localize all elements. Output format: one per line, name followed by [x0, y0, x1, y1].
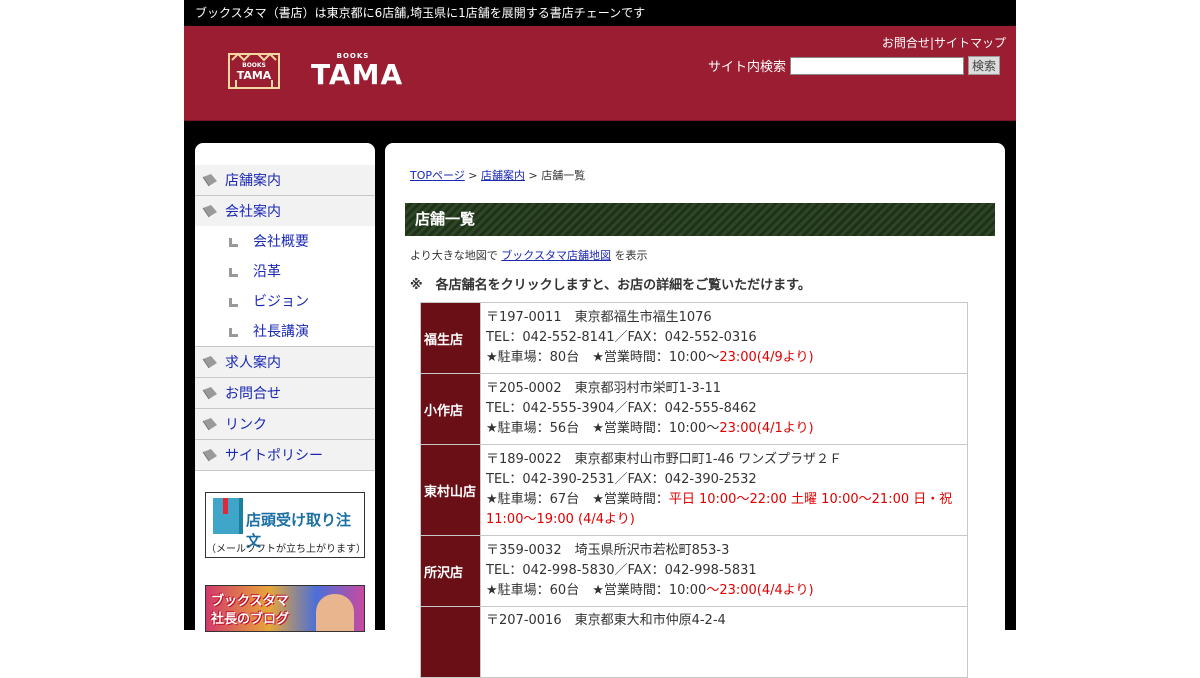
table-row: 福生店 〒197-0011 東京都福生市福生1076 TEL：042-552-8…	[420, 302, 968, 374]
book-icon	[202, 387, 217, 400]
store-info: 〒359-0032 埼玉県所沢市若松町853-3 TEL：042-998-583…	[480, 535, 968, 607]
sidebar-item-label[interactable]: 会社案内	[225, 201, 281, 221]
store-hours-note: 23:00(4/9より)	[719, 350, 814, 365]
header-links: お問合せ|サイトマップ	[882, 34, 1006, 51]
store-info: 〒205-0002 東京都羽村市栄町1-3-11 TEL：042-555-390…	[480, 373, 968, 445]
store-name-higashimurayama[interactable]: 東村山店	[420, 444, 481, 536]
book-icon	[202, 418, 217, 431]
store-name-ozaku[interactable]: 小作店	[420, 373, 481, 445]
president-blog-banner[interactable]: ブックスタマ 社長のブログ	[205, 585, 365, 632]
store-name-fussa[interactable]: 福生店	[420, 302, 481, 374]
sidebar-subitem-history[interactable]: 沿革	[195, 256, 375, 286]
table-row: 小作店 〒205-0002 東京都羽村市栄町1-3-11 TEL：042-555…	[420, 373, 968, 445]
banner-line-1: ブックスタマ	[211, 594, 289, 609]
store-info: 〒189-0022 東京都東村山市野口町1-46 ワンズプラザ２Ｆ TEL：04…	[480, 444, 968, 536]
sidebar-item-label[interactable]: 店舗案内	[225, 170, 281, 190]
corner-bullet-icon	[229, 327, 238, 337]
store-hours: ★駐車場：60台 ★営業時間：10:00～23:00(4/4より)	[486, 583, 814, 598]
book-icon	[202, 356, 217, 369]
sidebar-item-label[interactable]: サイトポリシー	[225, 445, 323, 465]
book-icon	[202, 174, 217, 187]
sidebar-subitem-label[interactable]: 社長講演	[253, 321, 309, 341]
store-name-tokorozawa[interactable]: 所沢店	[420, 535, 481, 607]
store-hours-note: ～23:00(4/4より)	[706, 583, 814, 598]
books-tama-badge-logo[interactable]: BOOKS TAMA	[228, 50, 280, 90]
sidebar-item-label[interactable]: リンク	[225, 414, 267, 434]
breadcrumb-current: 店舗一覧	[541, 169, 586, 182]
main-content: TOPページ > 店舗案内 > 店舗一覧 店舗一覧 より大きな地図で ブックスタ…	[385, 143, 1005, 678]
breadcrumb-separator: >	[464, 169, 482, 182]
map-suffix: を表示	[610, 249, 648, 262]
store-hours: ★駐車場：80台 ★営業時間：10:00～23:00(4/9より)	[486, 350, 814, 365]
contact-link[interactable]: お問合せ	[882, 36, 930, 50]
store-name-higashiyamato[interactable]	[420, 606, 481, 678]
table-row: 〒207-0016 東京都東大和市仲原4-2-4	[420, 606, 968, 678]
store-click-note: ※ 各店舗名をクリックしますと、お店の詳細をご覧いただけます。	[410, 278, 811, 293]
banner-subtitle: （メールソフトが立ち上がります）	[206, 544, 366, 555]
sidebar-item-stores[interactable]: 店舗案内	[195, 165, 375, 196]
sidebar-subitem-vision[interactable]: ビジョン	[195, 286, 375, 316]
sitemap-link[interactable]: サイトマップ	[934, 36, 1006, 50]
sidebar-subitem-label[interactable]: 沿革	[253, 261, 281, 281]
store-tel: TEL：042-390-2531／FAX：042-390-2532	[486, 472, 757, 487]
store-address: 〒205-0002 東京都羽村市栄町1-3-11	[486, 381, 722, 396]
store-hours: ★駐車場：56台 ★営業時間：10:00～23:00(4/1より)	[486, 421, 814, 436]
store-hours-note: 23:00(4/1より)	[719, 421, 814, 436]
search-input[interactable]	[789, 56, 964, 75]
site-header: BOOKS TAMA BOOKS TAMA お問合せ|サイトマップ サイト内検索…	[184, 26, 1016, 121]
sidebar-item-recruit[interactable]: 求人案内	[195, 347, 375, 378]
store-address: 〒197-0011 東京都福生市福生1076	[486, 310, 712, 325]
president-photo	[316, 594, 354, 631]
map-link-line: より大きな地図で ブックスタマ店舗地図 を表示	[410, 247, 647, 263]
book-icon	[213, 498, 243, 534]
sidebar-subitem-overview[interactable]: 会社概要	[195, 226, 375, 256]
breadcrumb-separator: >	[525, 169, 542, 182]
store-address: 〒189-0022 東京都東村山市野口町1-46 ワンズプラザ２Ｆ	[486, 452, 842, 467]
sidebar-subitem-label[interactable]: 会社概要	[253, 231, 309, 251]
page-title: 店舗一覧	[405, 203, 995, 236]
corner-bullet-icon	[229, 267, 238, 277]
table-row: 東村山店 〒189-0022 東京都東村山市野口町1-46 ワンズプラザ２Ｆ T…	[420, 444, 968, 536]
banner-line-2: 社長のブログ	[211, 612, 290, 627]
store-pickup-order-banner[interactable]: 店頭受け取り注文 （メールソフトが立ち上がります）	[205, 492, 366, 558]
store-map-link[interactable]: ブックスタマ店舗地図	[501, 249, 611, 262]
site-search: サイト内検索 検索	[708, 56, 1000, 75]
sidebar-item-contact[interactable]: お問合せ	[195, 378, 375, 409]
store-tel: TEL：042-552-8141／FAX：042-552-0316	[486, 330, 757, 345]
store-address: 〒207-0016 東京都東大和市仲原4-2-4	[486, 613, 726, 628]
sidebar-subitem-president-talk[interactable]: 社長講演	[195, 316, 375, 347]
store-tel: TEL：042-998-5830／FAX：042-998-5831	[486, 563, 757, 578]
book-icon	[202, 449, 217, 462]
store-info: 〒197-0011 東京都福生市福生1076 TEL：042-552-8141／…	[480, 302, 968, 374]
page-wrapper: ブックスタマ（書店）は東京都に6店舗,埼玉県に1店舗を展開する書店チェーンです …	[184, 0, 1016, 678]
store-hours: ★駐車場：67台 ★営業時間：平日 10:00～22:00 土曜 10:00～2…	[486, 492, 953, 527]
corner-bullet-icon	[229, 237, 238, 247]
map-prefix: より大きな地図で	[410, 249, 502, 262]
sidebar-item-site-policy[interactable]: サイトポリシー	[195, 440, 375, 471]
sidebar-item-label[interactable]: 求人案内	[225, 352, 281, 372]
store-address: 〒359-0032 埼玉県所沢市若松町853-3	[486, 543, 730, 558]
search-button[interactable]: 検索	[967, 56, 1000, 75]
breadcrumb-stores-link[interactable]: 店舗案内	[481, 169, 525, 182]
sidebar-subitem-label[interactable]: ビジョン	[253, 291, 309, 311]
sidebar: 店舗案内 会社案内 会社概要 沿革 ビジョン 社長講演 求人案内 お問合せ リン…	[195, 143, 375, 632]
book-icon	[202, 205, 217, 218]
store-tel: TEL：042-555-3904／FAX：042-555-8462	[486, 401, 757, 416]
store-info: 〒207-0016 東京都東大和市仲原4-2-4	[480, 606, 968, 678]
breadcrumb-top-link[interactable]: TOPページ	[410, 169, 465, 182]
svg-text:TAMA: TAMA	[237, 69, 272, 82]
logo-big-text: TAMA	[311, 58, 404, 91]
search-label: サイト内検索	[707, 60, 786, 75]
svg-text:BOOKS: BOOKS	[242, 62, 266, 69]
books-tama-wordmark[interactable]: BOOKS TAMA	[311, 52, 403, 91]
site-tagline: ブックスタマ（書店）は東京都に6店舗,埼玉県に1店舗を展開する書店チェーンです	[195, 6, 646, 20]
store-table: 福生店 〒197-0011 東京都福生市福生1076 TEL：042-552-8…	[420, 302, 968, 678]
sidebar-item-company[interactable]: 会社案内	[195, 196, 375, 226]
sidebar-nav: 店舗案内 会社案内 会社概要 沿革 ビジョン 社長講演 求人案内 お問合せ リン…	[195, 165, 375, 471]
table-row: 所沢店 〒359-0032 埼玉県所沢市若松町853-3 TEL：042-998…	[420, 535, 968, 607]
sidebar-item-label[interactable]: お問合せ	[225, 383, 281, 403]
corner-bullet-icon	[229, 297, 238, 307]
breadcrumb: TOPページ > 店舗案内 > 店舗一覧	[410, 167, 585, 183]
sidebar-item-links[interactable]: リンク	[195, 409, 375, 440]
